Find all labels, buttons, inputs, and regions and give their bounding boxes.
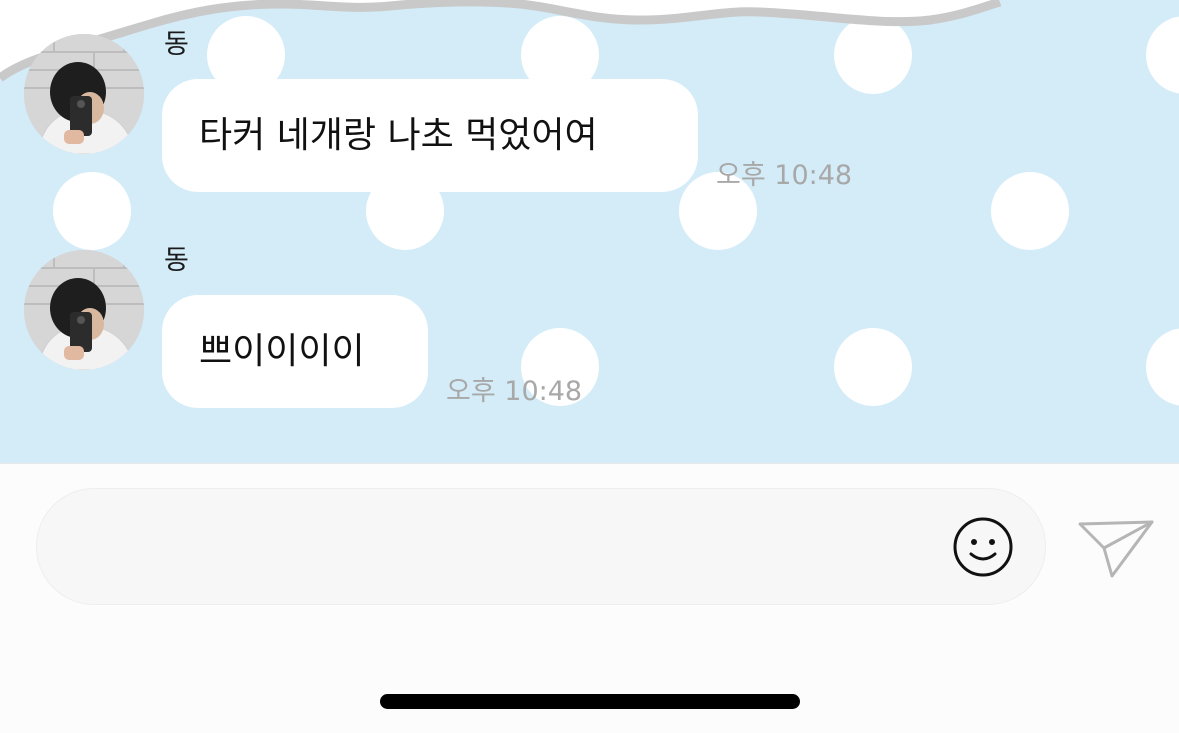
avatar[interactable] xyxy=(24,250,144,370)
sender-name: 동 xyxy=(164,29,189,60)
message-timestamp: 오후 10:48 xyxy=(446,376,583,407)
composer-divider xyxy=(0,463,1179,464)
background-dot xyxy=(834,328,912,406)
profile-photo-icon xyxy=(24,34,144,154)
emoji-button[interactable] xyxy=(952,516,1014,578)
background-dot xyxy=(53,172,131,250)
sender-name: 동 xyxy=(164,245,189,276)
home-indicator[interactable] xyxy=(380,694,800,709)
message-text: 타커 네개랑 나초 먹었어여 xyxy=(199,114,598,156)
background-dot xyxy=(991,172,1069,250)
profile-photo-icon xyxy=(24,250,144,370)
message-bubble[interactable]: 타커 네개랑 나초 먹었어여 xyxy=(162,79,698,192)
smiley-face-icon xyxy=(953,517,1013,577)
background-dot xyxy=(1146,328,1179,406)
message-text: 쁘이이이이 xyxy=(199,330,365,372)
send-button[interactable] xyxy=(1076,518,1156,580)
message-bubble[interactable]: 쁘이이이이 xyxy=(162,295,428,408)
chat-area: 동 타커 네개랑 나초 먹었어여 오후 10:48 동 쁘이이이이 오후 10:… xyxy=(0,0,1179,463)
avatar[interactable] xyxy=(24,34,144,154)
paper-plane-icon xyxy=(1078,520,1154,578)
message-timestamp: 오후 10:48 xyxy=(716,160,853,191)
message-input[interactable] xyxy=(36,488,1046,605)
